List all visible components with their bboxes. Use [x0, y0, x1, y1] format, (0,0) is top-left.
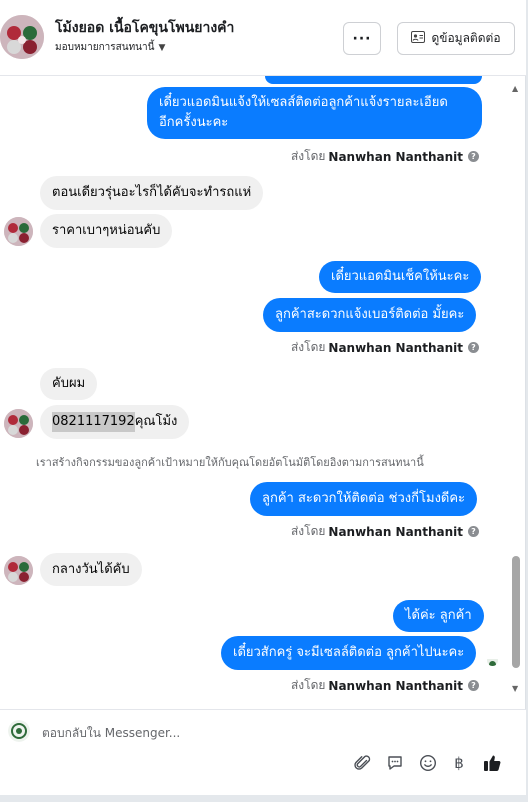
message-text: อีกครั้งนะคะ [159, 115, 229, 130]
message-text: ได้ค่ะ ลูกค้า [405, 608, 472, 623]
like-icon[interactable] [481, 752, 503, 774]
bottom-strip [0, 795, 528, 802]
sent-by-prefix: ส่งโดย [290, 678, 326, 692]
message-text: ราคาเบาๆหน่อนคับ [52, 223, 161, 238]
message-bubble-outgoing: ลูกค้าสะดวกแจ้งเบอร์ติดต่อ มั้ยคะ [263, 298, 477, 332]
contact-card-icon [411, 31, 426, 46]
message-bubble-partial [265, 76, 482, 84]
contact-avatar-small [4, 217, 33, 246]
emoji-icon[interactable] [417, 752, 439, 774]
more-options-button[interactable]: ··· [343, 22, 381, 55]
conversation-header: โม้งยอด เนื้อโคขุนโพนยางคำ มอบหมายการสนท… [0, 0, 526, 76]
chevron-down-icon: ▼ [158, 42, 166, 53]
contact-avatar-small [4, 409, 33, 438]
attach-icon[interactable] [352, 752, 374, 774]
sent-by-label: ส่งโดย Nanwhan Nanthanit ? [291, 522, 479, 541]
message-bubble-outgoing: เดี๋ยวแอดมินเช็คให้นะคะ [319, 261, 482, 293]
reply-input[interactable]: ตอบกลับใน Messenger... [42, 724, 180, 743]
message-bubble-incoming: คับผม [40, 368, 98, 400]
message-text: คุณโม้ง [134, 414, 178, 429]
assign-label: มอบหมายการสนทนานี้ [55, 42, 155, 53]
message-text: ลูกค้า สะดวกให้ติดต่อ ช่วงกี่โมงดีคะ [262, 491, 466, 506]
message-bubble-incoming: กลางวันได้คับ [40, 553, 142, 586]
sender-name: Nanwhan Nanthanit [328, 149, 463, 164]
phone-number[interactable]: 0821117192 [52, 412, 135, 432]
message-text: เดี๋ยวสักครู่ จะมีเซลล์ติดต่อ ลูกค้าไปนะ… [233, 645, 465, 660]
saved-reply-icon[interactable] [384, 752, 406, 774]
sent-by-label: ส่งโดย Nanwhan Nanthanit ? [291, 676, 479, 695]
scrollbar-thumb[interactable] [512, 556, 520, 668]
contact-avatar[interactable] [0, 15, 44, 59]
sent-by-label: ส่งโดย Nanwhan Nanthanit ? [291, 338, 479, 357]
message-text: คับผม [52, 376, 86, 391]
help-icon[interactable]: ? [468, 151, 479, 162]
message-bubble-outgoing: เดี๋ยวสักครู่ จะมีเซลล์ติดต่อ ลูกค้าไปนะ… [221, 636, 477, 670]
message-text: กลางวันได้คับ [52, 561, 130, 577]
message-text: เดี๋ยวแอดมินแจ้งให้เซลส์ติดต่อลูกค้าแจ้ง… [159, 95, 448, 110]
scroll-down-arrow-icon[interactable]: ▼ [512, 684, 518, 693]
help-icon[interactable]: ? [468, 680, 479, 691]
sent-by-label: ส่งโดย Nanwhan Nanthanit ? [291, 147, 479, 166]
sender-name: Nanwhan Nanthanit [328, 340, 463, 355]
sent-by-prefix: ส่งโดย [290, 149, 326, 163]
message-text: ลูกค้าสะดวกแจ้งเบอร์ติดต่อ มั้ยคะ [275, 307, 465, 322]
contact-avatar-small [4, 556, 33, 585]
more-icon: ··· [352, 30, 372, 47]
scroll-up-arrow-icon[interactable]: ▲ [512, 84, 518, 93]
message-text: ตอนเดียวรุ่นอะไรก็ได้คับจะทำรถแห่ [52, 185, 252, 200]
page-avatar [8, 720, 30, 742]
help-icon[interactable]: ? [468, 342, 479, 353]
message-text: เดี๋ยวแอดมินเช็คให้นะคะ [331, 269, 470, 284]
message-bubble-outgoing: เดี๋ยวแอดมินแจ้งให้เซลส์ติดต่อลูกค้าแจ้ง… [147, 87, 482, 139]
message-bubble-incoming: 0821117192 คุณโม้ง [40, 405, 190, 439]
message-composer: ตอบกลับใน Messenger... ฿ [0, 709, 526, 795]
sender-name: Nanwhan Nanthanit [328, 524, 463, 539]
view-contact-label: ดูข้อมูลติดต่อ [431, 31, 501, 45]
help-icon[interactable]: ? [468, 526, 479, 537]
seen-avatar [487, 655, 498, 666]
sent-by-prefix: ส่งโดย [290, 524, 326, 538]
message-bubble-outgoing: ได้ค่ะ ลูกค้า [393, 600, 484, 632]
assign-conversation-dropdown[interactable]: มอบหมายการสนทนานี้ ▼ [55, 40, 165, 55]
message-bubble-outgoing: ลูกค้า สะดวกให้ติดต่อ ช่วงกี่โมงดีคะ [250, 482, 478, 516]
contact-name: โม้งยอด เนื้อโคขุนโพนยางคำ [55, 20, 235, 36]
message-bubble-incoming: ตอนเดียวรุ่นอะไรก็ได้คับจะทำรถแห่ [40, 176, 264, 210]
system-note: เราสร้างกิจกรรมของลูกค้าเป้าหมายให้กับคุ… [36, 456, 424, 469]
baht-icon[interactable]: ฿ [448, 752, 470, 774]
conversation-panel: โม้งยอด เนื้อโคขุนโพนยางคำ มอบหมายการสนท… [0, 0, 526, 795]
view-contact-button[interactable]: ดูข้อมูลติดต่อ [397, 22, 515, 55]
sender-name: Nanwhan Nanthanit [328, 678, 463, 693]
message-bubble-incoming: ราคาเบาๆหน่อนคับ [40, 214, 173, 248]
sent-by-prefix: ส่งโดย [290, 340, 326, 354]
